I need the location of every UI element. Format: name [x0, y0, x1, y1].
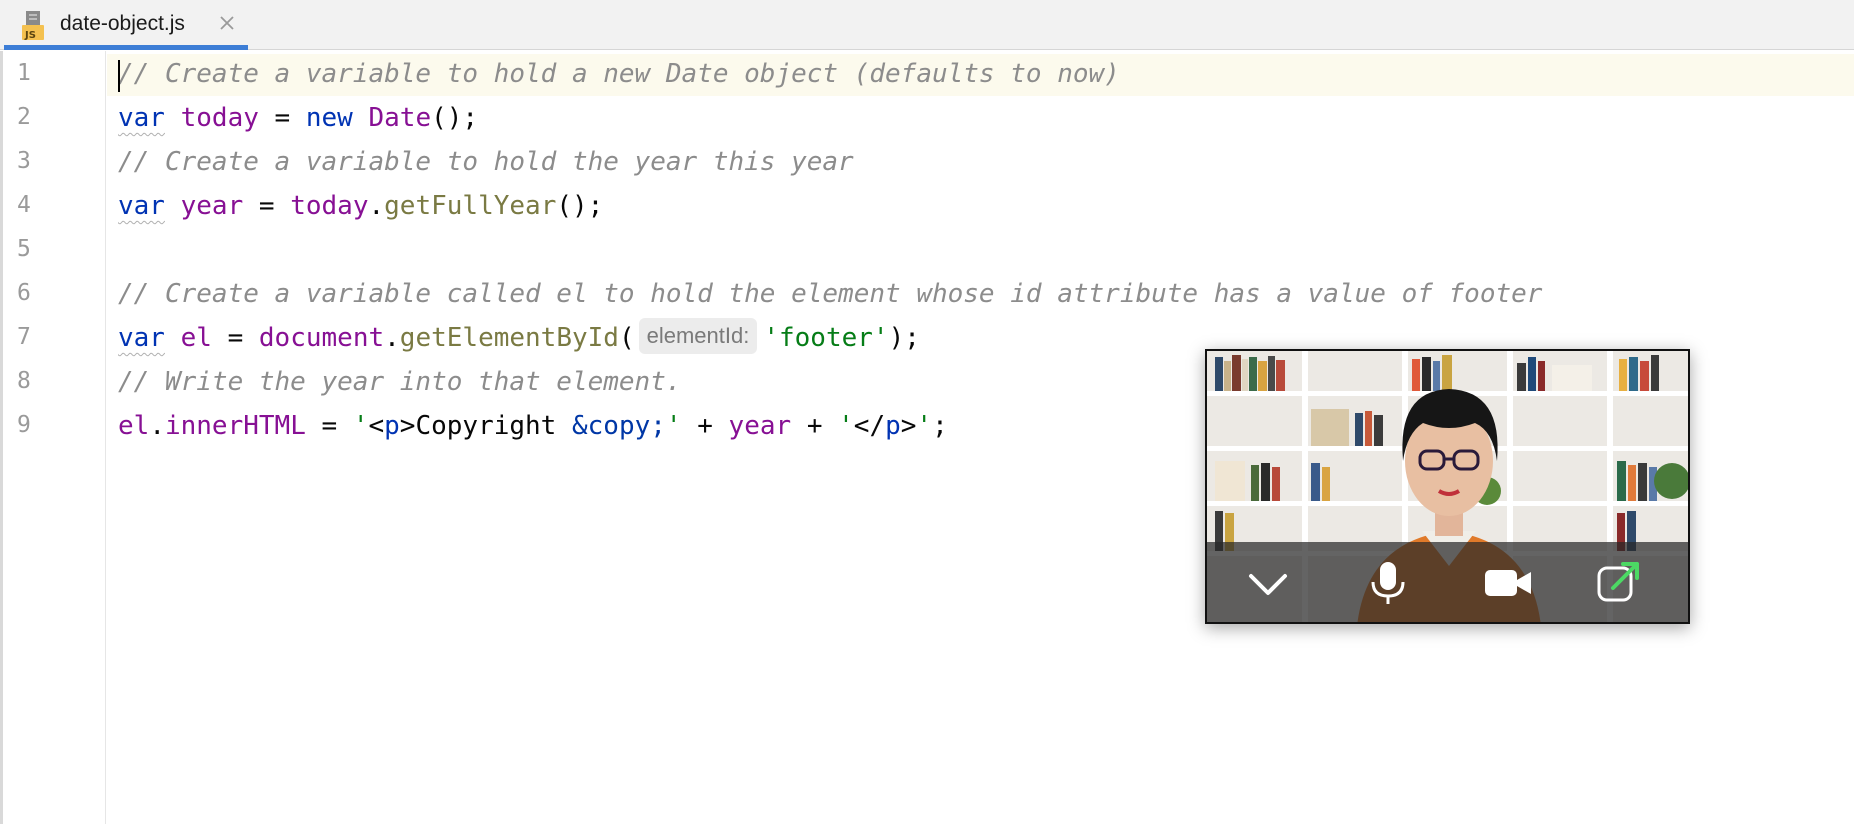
editor-tab-bar: JS date-object.js: [0, 0, 1854, 50]
identifier: el: [180, 323, 212, 353]
keyword: var: [118, 191, 165, 221]
comment: // Create a variable to hold a new Date …: [118, 59, 1120, 89]
line-number-gutter: 1 2 3 4 5 6 7 8 9: [0, 51, 106, 824]
class-name: Date: [368, 103, 432, 133]
line-number: 4: [17, 192, 31, 218]
punctuation: (: [618, 323, 635, 353]
line-number: 6: [17, 280, 31, 306]
code-line-1[interactable]: // Create a variable to hold a new Date …: [118, 52, 1120, 96]
code-line-9[interactable]: el.innerHTML = '<p>Copyright &copy;' + y…: [118, 404, 948, 448]
code-line-8[interactable]: // Write the year into that element.: [118, 360, 682, 404]
html-bracket: <: [368, 411, 385, 441]
keyword: var: [118, 103, 165, 133]
string-quote: ': [916, 411, 933, 441]
function-name: getFullYear: [384, 191, 557, 221]
comment: // Write the year into that element.: [118, 367, 682, 397]
line-number: 1: [17, 60, 31, 86]
code-line-6[interactable]: // Create a variable called el to hold t…: [118, 272, 1542, 316]
html-tag: p: [384, 411, 400, 441]
punctuation: ;: [932, 411, 948, 441]
line-number: 5: [17, 236, 31, 262]
parameter-hint: elementId:: [638, 318, 758, 354]
chevron-down-icon[interactable]: [1243, 560, 1293, 606]
js-file-icon: JS: [22, 11, 44, 41]
svg-text:JS: JS: [24, 30, 36, 41]
line-number: 3: [17, 148, 31, 174]
tab-date-object-js[interactable]: JS date-object.js: [4, 0, 248, 50]
webcam-overlay[interactable]: [1205, 349, 1690, 624]
operator: =: [243, 191, 291, 221]
line-number: 8: [17, 368, 31, 394]
string-literal: 'footer': [763, 323, 889, 353]
string-quote: ': [838, 411, 854, 441]
line-number: 2: [17, 104, 31, 130]
line-number: 9: [17, 412, 31, 438]
code-line-3[interactable]: // Create a variable to hold the year th…: [118, 140, 854, 184]
identifier: document: [258, 323, 385, 353]
string-quote: ': [352, 411, 369, 441]
html-entity: &copy;: [572, 411, 666, 441]
html-tag: p: [885, 411, 901, 441]
string-quote: ': [665, 411, 682, 441]
property: innerHTML: [164, 411, 306, 441]
text-caret: [118, 60, 120, 92]
operator: +: [791, 411, 839, 441]
punctuation: .: [384, 323, 400, 353]
active-tab-indicator: [4, 45, 248, 50]
operator: =: [211, 323, 259, 353]
punctuation: ();: [431, 103, 479, 133]
webcam-controls: [1207, 542, 1688, 622]
identifier: today: [180, 103, 259, 133]
keyword: new: [305, 103, 353, 133]
function-name: getElementById: [399, 323, 619, 353]
operator: =: [305, 411, 353, 441]
operator: +: [681, 411, 729, 441]
close-icon[interactable]: [216, 12, 238, 34]
operator: =: [258, 103, 306, 133]
comment: // Create a variable called el to hold t…: [118, 279, 1543, 309]
pop-out-icon[interactable]: [1593, 560, 1643, 606]
code-line-2[interactable]: var today = new Date();: [118, 96, 478, 140]
comment: // Create a variable to hold the year th…: [118, 147, 854, 177]
identifier: year: [728, 411, 792, 441]
keyword: var: [118, 323, 165, 353]
microphone-icon[interactable]: [1363, 560, 1413, 606]
punctuation: .: [368, 191, 385, 221]
punctuation: ();: [556, 191, 604, 221]
html-bracket: >: [900, 411, 917, 441]
punctuation: );: [888, 323, 920, 353]
line-number: 7: [17, 324, 31, 350]
punctuation: .: [149, 411, 165, 441]
html-bracket: >: [399, 411, 416, 441]
html-bracket: </: [853, 411, 886, 441]
identifier: year: [180, 191, 244, 221]
identifier: today: [290, 191, 369, 221]
code-line-4[interactable]: var year = today.getFullYear();: [118, 184, 603, 228]
tab-file-name: date-object.js: [60, 12, 185, 35]
string-text: Copyright: [415, 411, 572, 441]
code-line-7[interactable]: var el = document.getElementById(element…: [118, 316, 920, 360]
video-camera-icon[interactable]: [1483, 560, 1533, 606]
identifier: el: [118, 411, 150, 441]
